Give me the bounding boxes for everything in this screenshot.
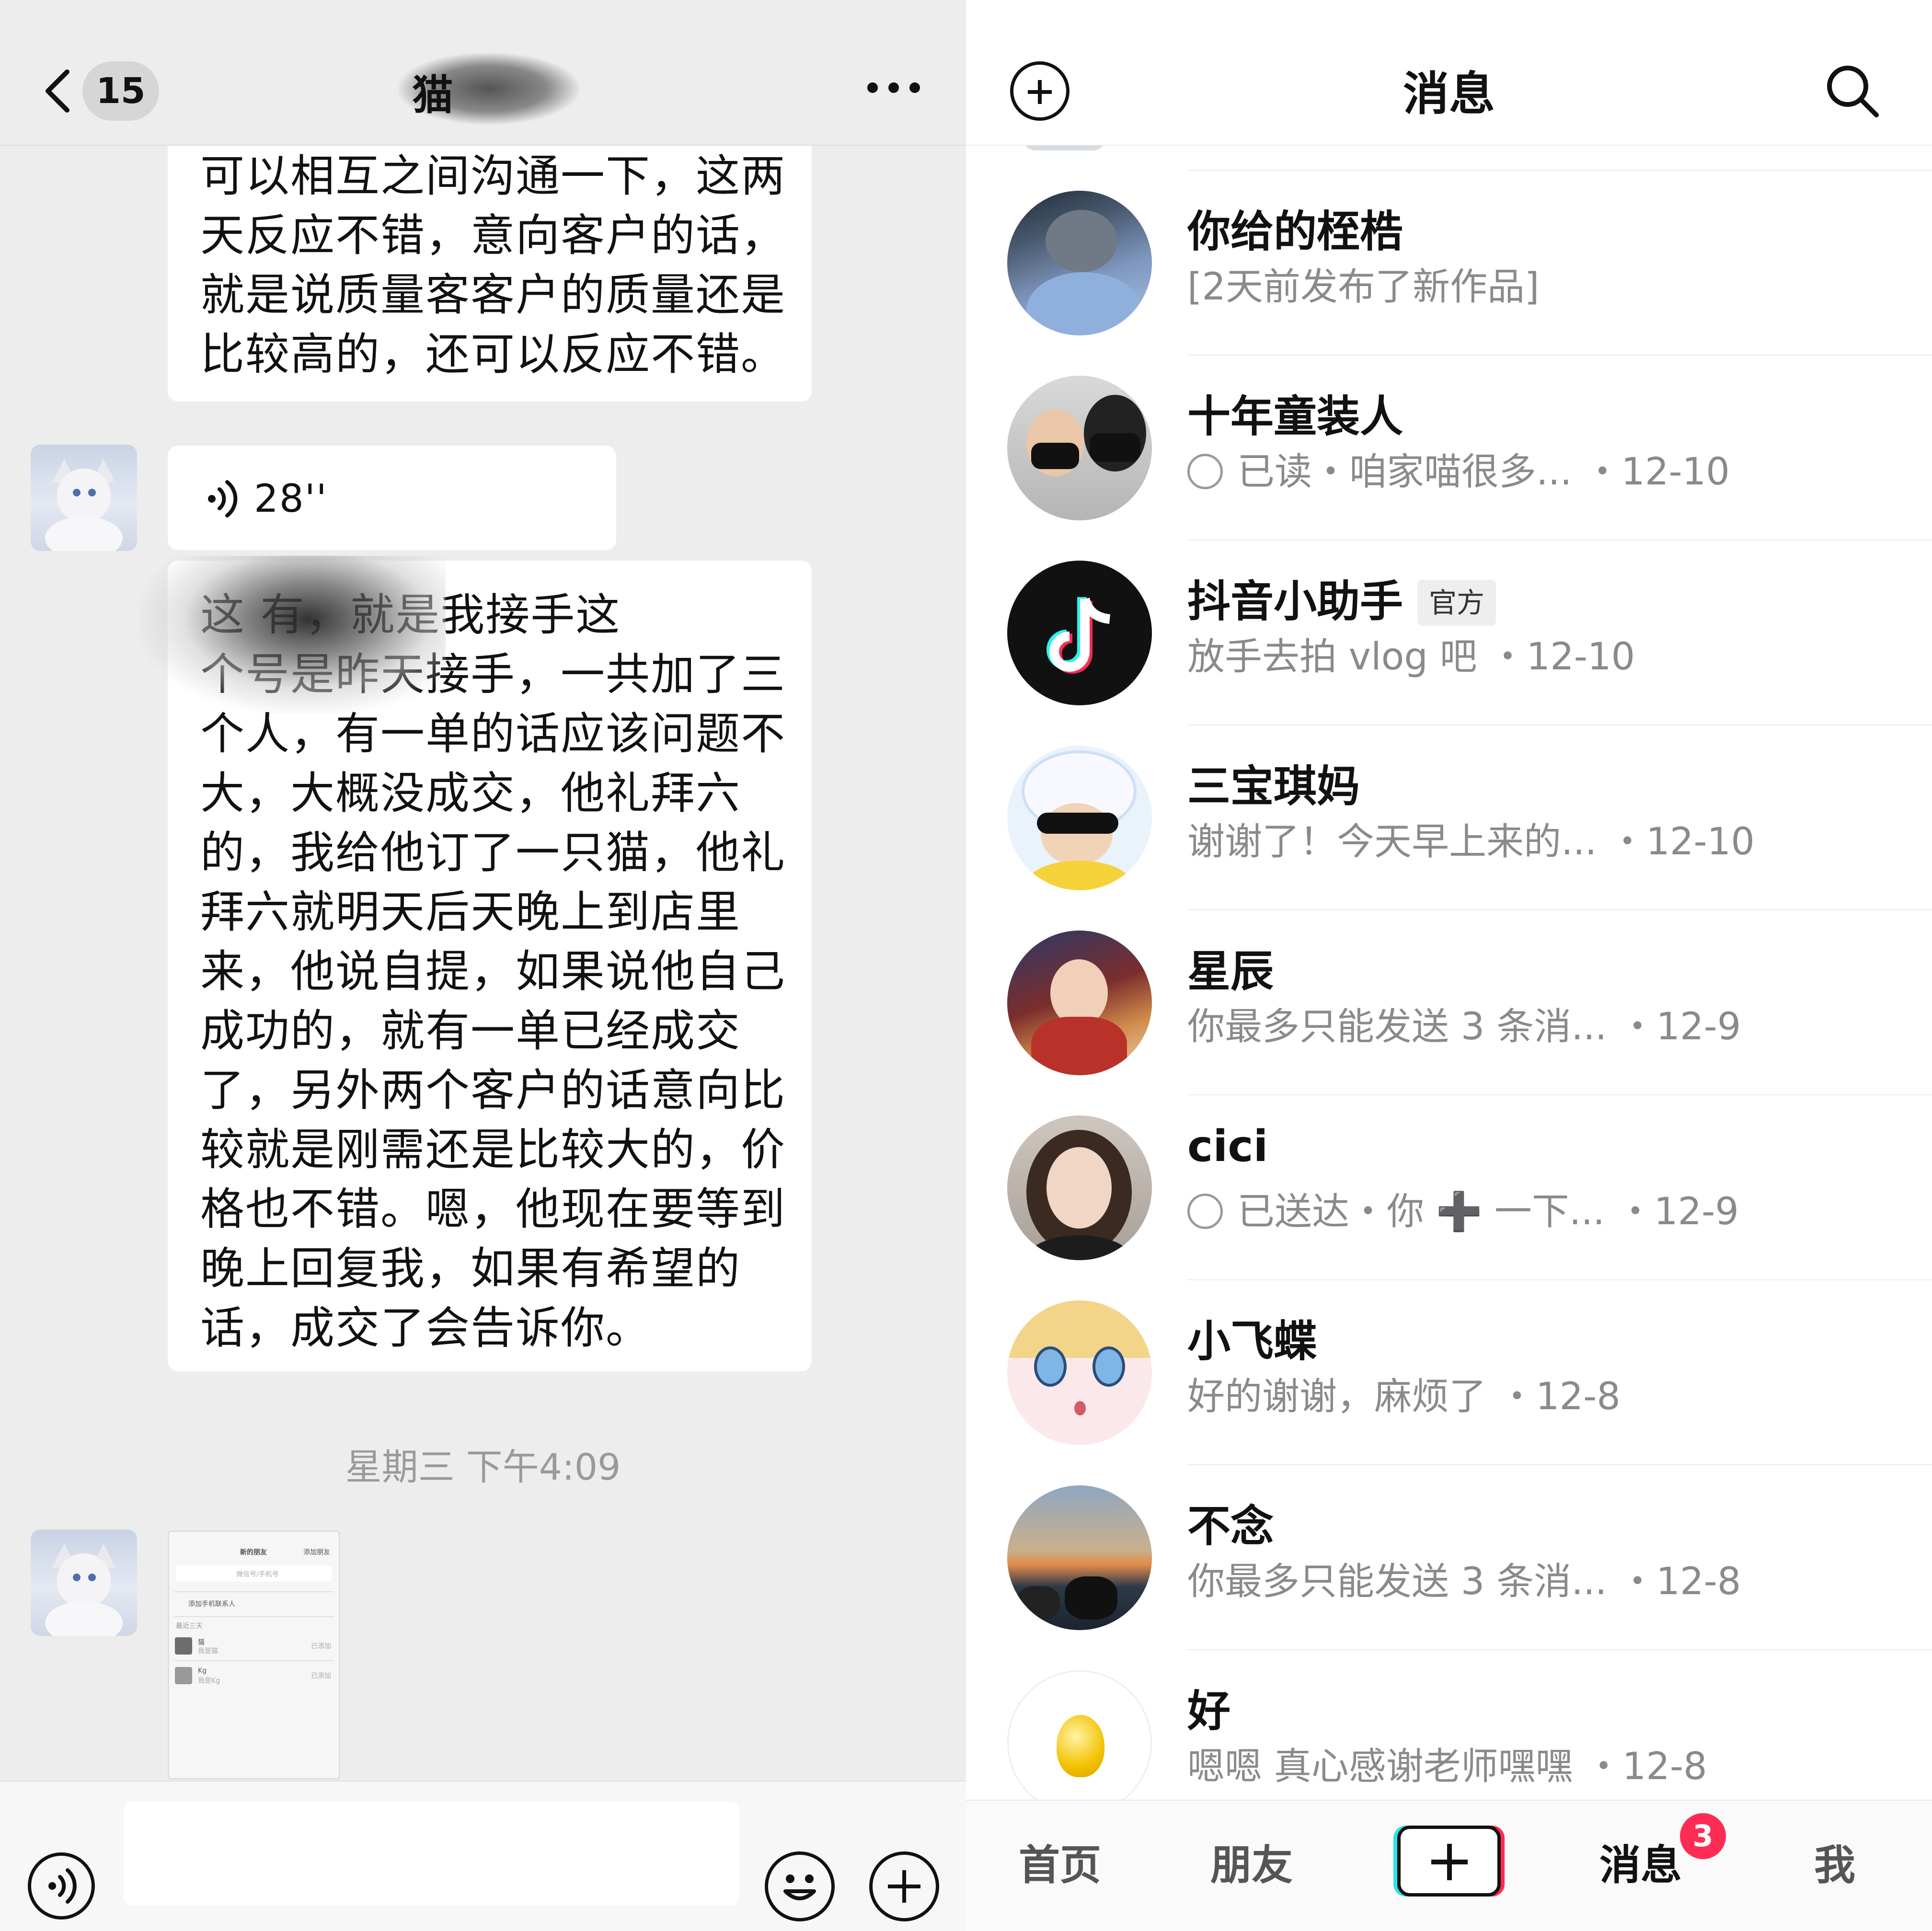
contact-name: 星辰 [1187,946,1274,997]
avatar [1007,1485,1152,1630]
contact-name: 三宝琪妈 [1187,761,1360,812]
messages-header: 消息 [966,0,1932,146]
page-title: 消息 [1403,67,1495,121]
more-actions-button[interactable] [869,1851,939,1921]
message-text: 可以相互之间沟通一下，这两 天反应不错，意向客户的话， 就是说质量客客户的质量还… [200,150,786,380]
avatar [1007,931,1152,1075]
create-button[interactable] [1397,1826,1501,1897]
contact-name: 你给的桎梏 [1187,207,1403,257]
conversation-row[interactable]: 抖音小助手 官方 放手去拍 vlog 吧 ・12-10 [966,540,1932,725]
message-preview: 放手去拍 vlog 吧 ・12-10 [1187,635,1635,678]
conversation-row[interactable]: 星辰 你最多只能发送 3 条消... ・12-9 [966,910,1932,1095]
tab-home[interactable]: 首页 [1019,1831,1101,1891]
message-preview: 好的谢谢，麻烦了 ・12-8 [1187,1375,1621,1418]
voice-message-bubble[interactable]: 28'' [168,446,616,550]
conversation-row[interactable]: 你给的桎梏 [2天前发布了新作品] [966,171,1932,356]
contact-name: 不念 [1187,1501,1274,1552]
contact-name: 十年童装人 [1187,391,1403,442]
thumbnail-add-contacts: 添加手机联系人 [188,1600,235,1608]
emoji-button[interactable] [765,1851,835,1921]
thumbnail-row-sub: 我是猫 [198,1647,218,1655]
avatar [1007,1670,1152,1815]
avatar [1007,1300,1152,1445]
voice-input-toggle[interactable] [28,1852,95,1920]
thumbnail-right-link: 添加朋友 [303,1549,330,1556]
tab-friends[interactable]: 朋友 [1210,1831,1293,1891]
more-button[interactable] [867,72,920,101]
avatar[interactable] [31,1529,137,1636]
search-icon [1827,66,1879,117]
message-preview: 你最多只能发送 3 条消... ・12-8 [1187,1560,1741,1603]
avatar [1007,1115,1152,1260]
official-badge: 官方 [1417,580,1496,626]
read-check-icon [1187,454,1223,489]
message-preview: 你最多只能发送 3 条消... ・12-9 [1187,1005,1741,1048]
contact-name: 好 [1187,1686,1230,1736]
avatar [1007,746,1152,890]
conversation-row[interactable]: cici 已送达・你 ➕ 一下... ・12-9 [966,1095,1932,1280]
thumbnail-row-sub: 我是Kg [198,1677,220,1685]
message-preview: [2天前发布了新作品] [1187,265,1540,309]
thumbnail-search-placeholder: 微信号/手机号 [236,1571,279,1578]
redaction-smudge [139,556,446,714]
search-button[interactable] [1824,62,1881,120]
bottom-tab-bar: 首页 朋友 消息 3 我 [966,1800,1932,1931]
conversation-row[interactable]: 三宝琪妈 谢谢了！今天早上来的... ・12-10 [966,725,1932,910]
conversation-row[interactable]: 十年童装人 已读・咱家喵很多... ・12-10 [966,356,1932,540]
unread-count-badge: 15 [82,61,159,121]
thumbnail-row-status: 已添加 [311,1643,331,1650]
chat-timestamp: 星期三 下午4:09 [345,1446,621,1488]
conversation-row[interactable]: 小飞蝶 好的谢谢，麻烦了 ・12-8 [966,1280,1932,1465]
message-preview: 已读・咱家喵很多... ・12-10 [1187,442,1730,495]
chat-input-bar [0,1781,966,1931]
wechat-chat-panel: 15 猫 可以相互之间沟通一下，这两 天反应不错，意向客户的话， 就是说质量客客… [0,0,966,1931]
chat-title: 猫 [412,71,453,119]
thumbnail-title: 新的朋友 [240,1549,267,1556]
more-icon [867,82,878,93]
avatar [1007,376,1152,520]
voice-icon [48,1868,77,1904]
chat-header: 15 猫 [0,0,966,146]
unread-badge: 3 [1680,1813,1726,1859]
thumbnail-section: 最近三天 [176,1622,203,1630]
message-preview: 嗯嗯 真心感谢老师嘿嘿 ・12-8 [1187,1745,1707,1788]
contact-name: 小飞蝶 [1187,1316,1317,1367]
tab-me[interactable]: 我 [1814,1831,1855,1891]
thumbnail-row-name: Kg [198,1667,207,1675]
avatar [175,1667,192,1684]
message-input[interactable] [124,1802,739,1905]
contact-name: cici [1187,1121,1268,1172]
douyin-messages-panel: 消息 你给的桎梏 [2天前发布了新作品] 十年童装人 已读・咱家喵很多... ・… [966,0,1932,1931]
avatar[interactable] [31,445,137,551]
back-arrow-icon [46,69,69,113]
avatar [1007,561,1152,705]
tiktok-logo-icon [1046,597,1111,674]
back-button[interactable] [34,62,81,120]
conversation-row[interactable]: 不念 你最多只能发送 3 条消... ・12-8 [966,1465,1932,1650]
thumbnail-row-name: 猫 [198,1639,205,1646]
avatar [1007,191,1152,335]
image-message-thumbnail[interactable]: 新的朋友 添加朋友 微信号/手机号 添加手机联系人 最近三天 猫 我是猫 已添加… [168,1530,340,1780]
message-preview: 已送达・你 ➕ 一下... ・12-9 [1187,1182,1739,1235]
sent-arrow-icon [1187,1194,1223,1229]
contact-name: 抖音小助手 官方 [1187,566,1496,629]
voice-duration: 28'' [254,476,328,521]
message-preview: 谢谢了！今天早上来的... ・12-10 [1187,820,1755,863]
tab-messages[interactable]: 消息 [1599,1831,1682,1891]
avatar [175,1637,192,1655]
emoji-icon [783,1874,816,1900]
voice-icon [208,480,238,517]
thumbnail-row-status: 已添加 [311,1672,331,1680]
